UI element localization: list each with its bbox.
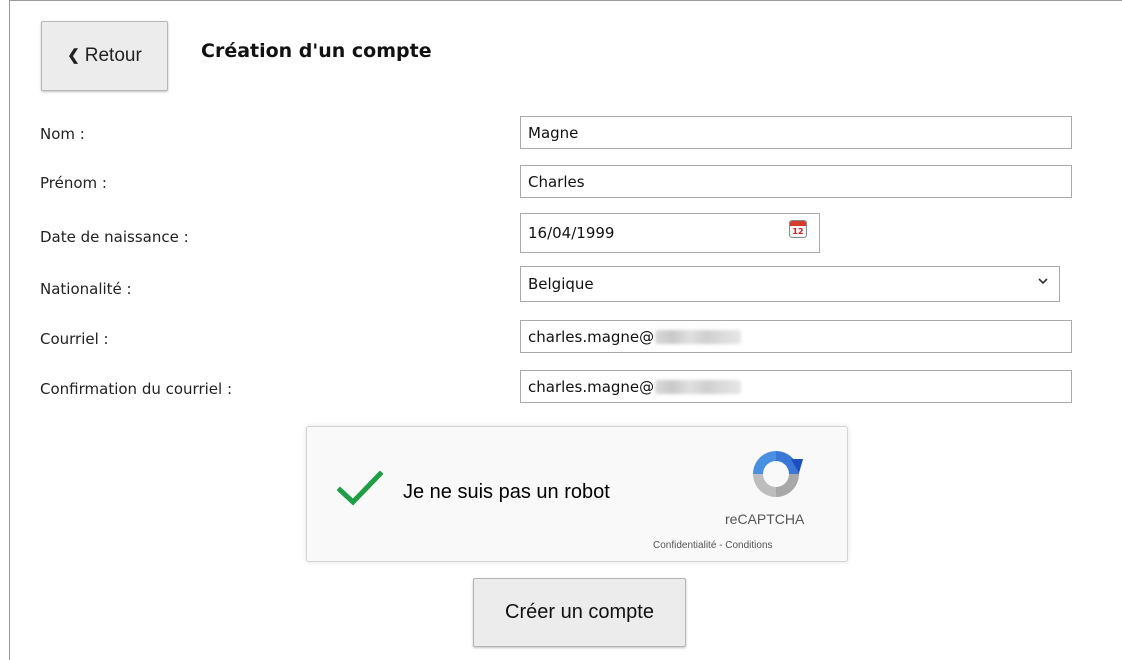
captcha-label[interactable]: Je ne suis pas un robot xyxy=(403,481,610,504)
recaptcha-links[interactable]: Confidentialité - Conditions xyxy=(653,540,773,551)
prenom-field[interactable]: Charles xyxy=(520,165,1072,198)
prenom-value: Charles xyxy=(528,172,585,191)
checkmark-icon[interactable] xyxy=(337,471,383,507)
chevron-down-icon xyxy=(1037,275,1049,290)
date-naissance-field[interactable]: 16/04/1999 xyxy=(520,213,820,253)
courriel-value: charles.magne@ xyxy=(528,327,655,346)
nom-label: Nom : xyxy=(40,125,85,143)
back-button-label: Retour xyxy=(84,45,142,66)
calendar-icon[interactable]: 12 xyxy=(789,220,807,238)
confirmation-value: charles.magne@ xyxy=(528,377,655,396)
nom-value: Magne xyxy=(528,123,579,142)
confirmation-field[interactable]: charles.magne@ xyxy=(520,370,1072,403)
create-account-button[interactable]: Créer un compte xyxy=(473,578,686,647)
nationalite-label: Nationalité : xyxy=(40,280,132,298)
page-title: Création d'un compte xyxy=(201,40,432,62)
chevron-left-icon: ❮ xyxy=(67,47,80,64)
date-naissance-value: 16/04/1999 xyxy=(528,224,615,242)
nationalite-value: Belgique xyxy=(528,275,594,293)
recaptcha-logo-icon xyxy=(753,451,803,497)
calendar-number: 12 xyxy=(792,227,804,236)
recaptcha-widget: Je ne suis pas un robot reCAPTCHA Confid… xyxy=(306,426,848,562)
nationalite-select[interactable]: Belgique xyxy=(520,266,1060,302)
date-naissance-label: Date de naissance : xyxy=(40,228,189,246)
redacted-domain xyxy=(655,379,742,394)
back-button[interactable]: ❮ Retour xyxy=(41,21,168,91)
recaptcha-brand: reCAPTCHA xyxy=(725,511,805,527)
prenom-label: Prénom : xyxy=(40,174,107,192)
confirmation-label: Confirmation du courriel : xyxy=(40,380,232,398)
courriel-field[interactable]: charles.magne@ xyxy=(520,320,1072,353)
courriel-label: Courriel : xyxy=(40,330,109,348)
redacted-domain xyxy=(655,329,742,344)
nom-field[interactable]: Magne xyxy=(520,116,1072,149)
